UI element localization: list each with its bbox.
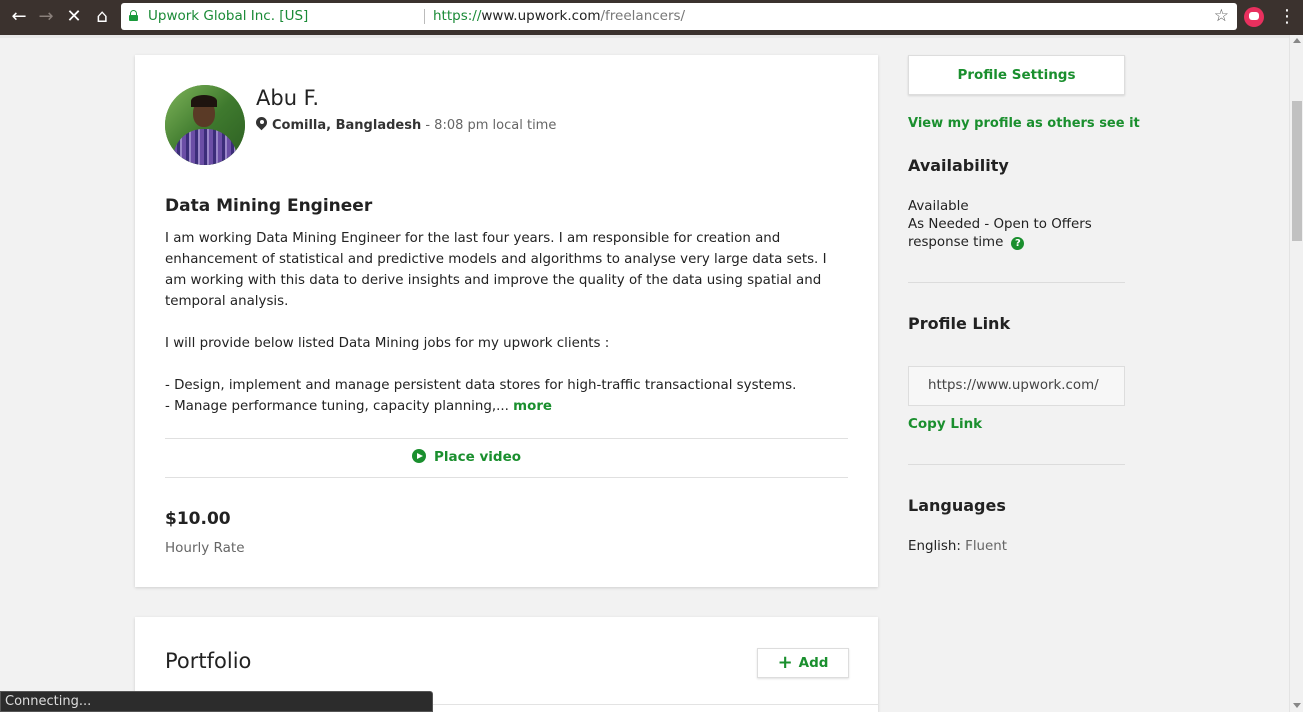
map-pin-icon [256,117,267,131]
browser-toolbar: ← → ✕ ⌂ Upwork Global Inc. [US] https://… [0,0,1303,35]
profile-link-field[interactable]: https://www.upwork.com/ [908,366,1125,406]
stop-loading-icon[interactable]: ✕ [61,4,87,30]
place-video-label: Place video [434,449,522,465]
help-icon[interactable]: ? [1011,237,1025,250]
description-line: - Design, implement and manage persisten… [165,378,797,393]
scrollbar-thumb[interactable] [1292,101,1302,241]
profile-settings-button[interactable]: Profile Settings [908,55,1125,95]
response-time-label: response time [908,235,1004,250]
omnibox-separator [424,9,425,24]
add-label: Add [798,655,829,671]
lock-icon [129,10,138,21]
play-icon [412,449,426,463]
languages-heading: Languages [908,496,1006,515]
availability-heading: Availability [908,156,1009,175]
back-arrow-icon[interactable]: ← [6,4,32,30]
add-portfolio-button[interactable]: + Add [757,648,849,678]
scroll-down-arrow-icon[interactable] [1293,703,1301,708]
scroll-up-arrow-icon[interactable] [1293,38,1301,43]
response-time-row: response time? [908,234,1092,252]
divider [165,477,848,478]
view-profile-link[interactable]: View my profile as others see it [908,116,1140,131]
home-icon[interactable]: ⌂ [89,4,115,30]
location-text: Comilla, Bangladesh [272,118,422,133]
page-scrollbar[interactable] [1289,35,1303,712]
url-host: www.upwork.com [481,8,601,24]
forward-arrow-icon[interactable]: → [33,4,59,30]
plus-icon: + [777,652,793,673]
divider [908,282,1125,283]
profile-link-heading: Profile Link [908,314,1011,333]
divider [165,438,848,439]
freelancer-name: Abu F. [256,86,320,110]
browser-menu-icon[interactable]: ⋮ [1277,4,1297,30]
availability-hours: As Needed - Open to Offers [908,217,1092,232]
profile-title: Data Mining Engineer [165,196,373,216]
language-level: Fluent [960,539,1008,554]
bookmark-star-icon[interactable]: ☆ [1214,6,1229,26]
url-path: /freelancers/ [600,8,686,24]
availability-status: Available [908,199,969,214]
address-bar[interactable]: Upwork Global Inc. [US] https://www.upwo… [121,3,1237,30]
description-line: - Manage performance tuning, capacity pl… [165,396,848,417]
description-paragraph: I am working Data Mining Engineer for th… [165,231,827,309]
profile-description: I am working Data Mining Engineer for th… [165,228,848,417]
copy-link-button[interactable]: Copy Link [908,416,982,432]
place-video-button[interactable]: Place video [412,449,521,465]
page-top-stripe [0,35,1303,38]
language-name: English: [908,539,961,554]
profile-card: Abu F. Comilla, Bangladesh - 8:08 pm loc… [135,55,878,587]
loading-status: Connecting... [0,691,433,712]
divider [908,464,1125,465]
more-link[interactable]: more [513,399,552,414]
description-line-text: - Manage performance tuning, capacity pl… [165,399,514,414]
local-time: - 8:08 pm local time [421,118,557,133]
extension-icon[interactable] [1244,7,1264,27]
language-item: English: Fluent [908,539,1007,554]
description-paragraph: I will provide below listed Data Mining … [165,336,610,351]
url-scheme: https:// [433,8,482,24]
url-text[interactable]: https://www.upwork.com/freelancers/ [433,8,685,24]
hourly-rate: $10.00 [165,509,231,529]
location-row: Comilla, Bangladesh - 8:08 pm local time [256,117,556,133]
hourly-rate-label: Hourly Rate [165,540,245,556]
availability-info: Available As Needed - Open to Offers res… [908,198,1092,252]
avatar[interactable] [165,85,245,165]
site-identity[interactable]: Upwork Global Inc. [US] [148,8,308,24]
portfolio-title: Portfolio [165,649,252,673]
